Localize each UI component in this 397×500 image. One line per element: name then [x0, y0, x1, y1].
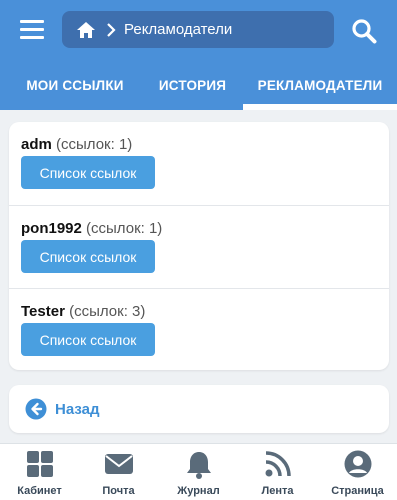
bottom-nav: Кабинет Почта Журнал Лента Страница — [0, 443, 397, 500]
grid-icon — [27, 451, 53, 477]
advertiser-info: Tester (ссылок: 3) — [21, 303, 145, 320]
active-tab-indicator — [243, 104, 397, 110]
arrow-left-circle-icon — [25, 398, 47, 420]
tab-history[interactable]: ИСТОРИЯ — [145, 60, 240, 110]
nav-item-mail[interactable]: Почта — [79, 444, 158, 500]
tab-my-links[interactable]: МОИ ССЫЛКИ — [0, 60, 150, 110]
back-label: Назад — [55, 400, 100, 418]
tab-advertisers[interactable]: РЕКЛАМОДАТЕЛИ — [243, 60, 397, 110]
rss-icon — [265, 451, 291, 477]
nav-label: Почта — [102, 485, 135, 497]
link-count: (ссылок: 1) — [56, 136, 133, 153]
user-icon — [344, 450, 372, 478]
list-item: adm (ссылок: 1) Список ссылок — [9, 122, 389, 205]
link-count: (ссылок: 1) — [86, 220, 163, 237]
top-header: Рекламодатели — [0, 0, 397, 60]
list-item: Tester (ссылок: 3) Список ссылок — [9, 288, 389, 370]
advertisers-list: adm (ссылок: 1) Список ссылок pon1992 (с… — [9, 122, 389, 370]
nav-item-cabinet[interactable]: Кабинет — [0, 444, 79, 500]
link-count: (ссылок: 3) — [69, 303, 146, 320]
links-list-button[interactable]: Список ссылок — [21, 323, 155, 356]
nav-label: Журнал — [177, 485, 220, 497]
advertiser-name: Tester — [21, 303, 65, 320]
nav-item-page[interactable]: Страница — [318, 444, 397, 500]
search-icon[interactable] — [351, 18, 377, 44]
menu-icon[interactable] — [20, 20, 44, 40]
nav-label: Страница — [331, 485, 384, 497]
nav-label: Лента — [261, 485, 294, 497]
advertiser-info: pon1992 (ссылок: 1) — [21, 220, 162, 237]
bell-icon — [187, 452, 211, 479]
chevron-right-icon — [107, 22, 116, 37]
nav-item-feed[interactable]: Лента — [238, 444, 317, 500]
mail-icon — [105, 454, 133, 474]
breadcrumb-title: Рекламодатели — [124, 21, 233, 38]
tab-bar: МОИ ССЫЛКИ ИСТОРИЯ РЕКЛАМОДАТЕЛИ — [0, 60, 397, 110]
advertiser-name: adm — [21, 136, 52, 153]
links-list-button[interactable]: Список ссылок — [21, 240, 155, 273]
home-icon[interactable] — [76, 21, 96, 39]
advertiser-name: pon1992 — [21, 220, 82, 237]
breadcrumb[interactable]: Рекламодатели — [62, 11, 334, 48]
advertiser-info: adm (ссылок: 1) — [21, 136, 132, 153]
nav-item-journal[interactable]: Журнал — [159, 444, 238, 500]
links-list-button[interactable]: Список ссылок — [21, 156, 155, 189]
list-item: pon1992 (ссылок: 1) Список ссылок — [9, 205, 389, 288]
back-button[interactable]: Назад — [9, 385, 389, 433]
nav-label: Кабинет — [17, 485, 62, 497]
